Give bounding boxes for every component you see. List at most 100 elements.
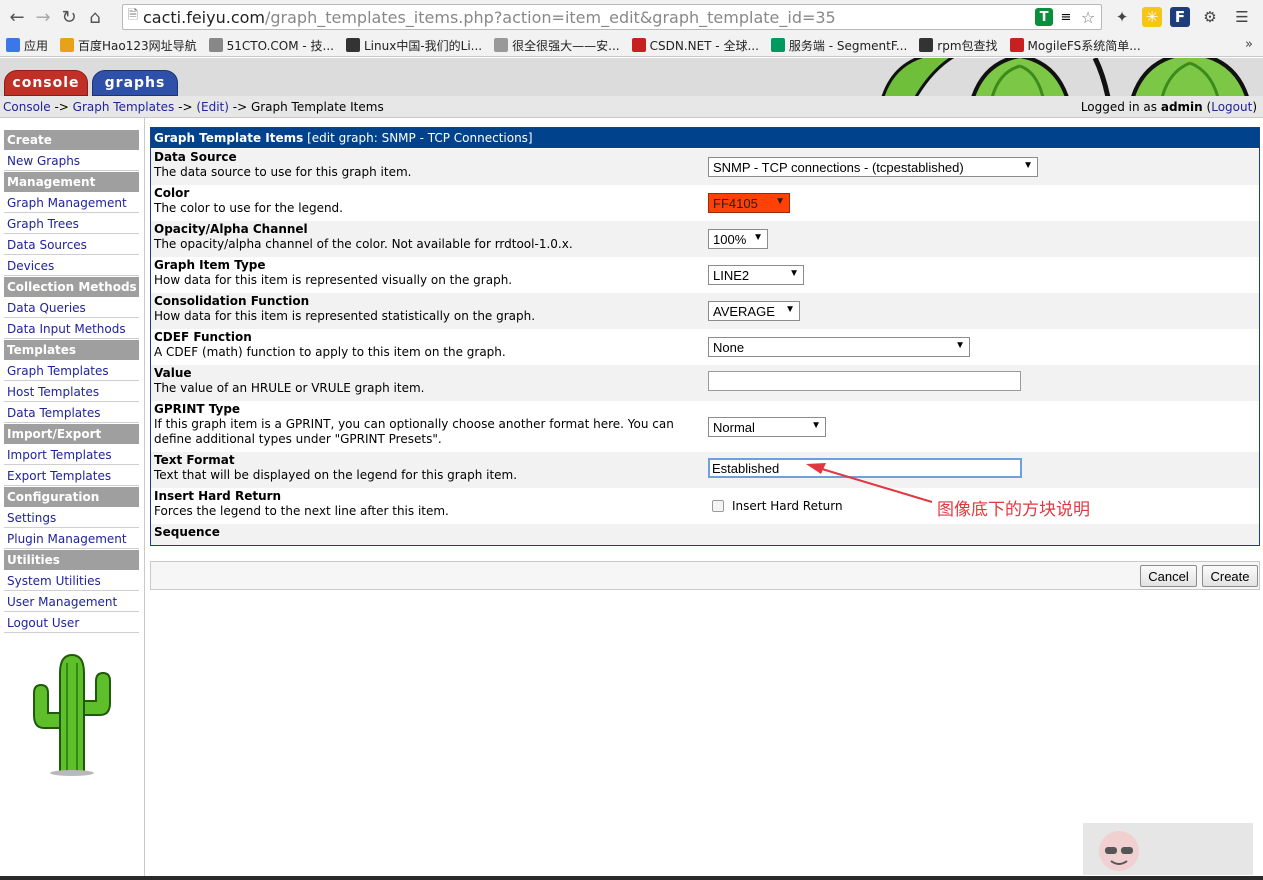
- field-desc: A CDEF (math) function to apply to this …: [154, 345, 506, 359]
- select-value: SNMP - TCP connections - (tcpestablished…: [713, 159, 964, 175]
- hao123-icon: [60, 38, 75, 52]
- back-arrow-icon[interactable]: ←: [4, 4, 30, 30]
- row-text-format: Text Format Text that will be displayed o…: [151, 452, 1259, 488]
- sidebar-item-graph-templates[interactable]: Graph Templates: [4, 361, 139, 381]
- dropdown-arrow-icon: ▼: [789, 268, 799, 279]
- bookmark-item[interactable]: CSDN.NET - 全球...: [631, 37, 759, 54]
- bookmark-item[interactable]: 应用: [6, 37, 48, 54]
- sidebar-item-data-queries[interactable]: Data Queries: [4, 298, 139, 318]
- field-title: Text Format: [154, 453, 235, 467]
- consolidation-function-select[interactable]: AVERAGE ▼: [708, 301, 800, 321]
- hard-return-checkbox[interactable]: [712, 500, 724, 512]
- cacti-logo: [33, 653, 111, 776]
- address-bar[interactable]: 🗎 cacti.feiyu.com/graph_templates_items.…: [122, 4, 1102, 30]
- csdn-icon: [631, 38, 646, 52]
- sidebar-section-header: Templates: [4, 340, 139, 360]
- bookmark-label: 服务端 - SegmentF...: [788, 38, 908, 53]
- field-title: Consolidation Function: [154, 294, 310, 308]
- bookmark-item[interactable]: rpm包查找: [919, 37, 998, 54]
- cdef-function-select[interactable]: None ▼: [708, 337, 970, 357]
- bookmarks-more-icon[interactable]: »: [1245, 37, 1253, 52]
- url-path: /graph_templates_items.php?action=item_e…: [265, 7, 836, 27]
- login-paren-open: (: [1202, 100, 1212, 114]
- home-icon[interactable]: ⌂: [82, 4, 108, 30]
- sidebar: Create New Graphs Management Graph Manageme…: [0, 118, 145, 880]
- bolt-extension-icon[interactable]: ✦: [1110, 5, 1134, 29]
- data-source-select[interactable]: SNMP - TCP connections - (tcpestablished…: [708, 157, 1038, 177]
- sidebar-item-plugin-management[interactable]: Plugin Management: [4, 529, 139, 549]
- sidebar-item-new-graphs[interactable]: New Graphs: [4, 151, 139, 171]
- select-value: None: [713, 339, 745, 355]
- shield-extension-icon[interactable]: T: [1035, 8, 1053, 26]
- sidebar-item-user-management[interactable]: User Management: [4, 592, 139, 612]
- sidebar-section-header: Import/Export: [4, 424, 139, 444]
- sidebar-item-data-templates[interactable]: Data Templates: [4, 403, 139, 423]
- bookmark-item[interactable]: 很全很强大——安...: [494, 37, 620, 54]
- sidebar-item-logout-user[interactable]: Logout User: [4, 613, 139, 633]
- f-extension-icon[interactable]: F: [1170, 7, 1190, 27]
- bookmark-item[interactable]: 百度Hao123网址导航: [60, 37, 197, 54]
- field-desc: The data source to use for this graph it…: [154, 165, 412, 179]
- sidebar-item-host-templates[interactable]: Host Templates: [4, 382, 139, 402]
- forward-arrow-icon[interactable]: →: [30, 4, 56, 30]
- sidebar-item-import-templates[interactable]: Import Templates: [4, 445, 139, 465]
- field-desc: How data for this item is represented st…: [154, 309, 536, 323]
- reload-icon[interactable]: ↻: [56, 4, 82, 30]
- value-input[interactable]: [708, 371, 1021, 391]
- menu-icon[interactable]: ☰: [1230, 5, 1254, 29]
- field-desc: The color to use for the legend.: [154, 201, 343, 215]
- dropdown-arrow-icon: ▼: [1023, 160, 1033, 171]
- url-text: cacti.feiyu.com/graph_templates_items.ph…: [143, 8, 836, 27]
- sidebar-item-data-sources[interactable]: Data Sources: [4, 235, 139, 255]
- sidebar-item-graph-trees[interactable]: Graph Trees: [4, 214, 139, 234]
- graph-template-items-form: Graph Template Items [edit graph: SNMP -…: [150, 127, 1260, 546]
- sidebar-item-devices[interactable]: Devices: [4, 256, 139, 276]
- sidebar-item-system-utilities[interactable]: System Utilities: [4, 571, 139, 591]
- watermark-logo: [1083, 823, 1253, 875]
- segmentfault-icon: [770, 38, 785, 52]
- text-format-input[interactable]: Established: [708, 458, 1022, 478]
- bookmark-label: 百度Hao123网址导航: [78, 38, 197, 53]
- watermark-face-icon: [1099, 831, 1139, 871]
- logout-link[interactable]: Logout: [1211, 100, 1252, 114]
- field-title: Insert Hard Return: [154, 489, 282, 503]
- 51cto-icon: [208, 38, 223, 52]
- bookmark-item[interactable]: 服务端 - SegmentF...: [770, 37, 908, 54]
- field-title: Data Source: [154, 150, 237, 164]
- sidebar-item-settings[interactable]: Settings: [4, 508, 139, 528]
- sunburst-extension-icon[interactable]: ✳: [1142, 7, 1162, 27]
- cancel-button[interactable]: Cancel: [1140, 565, 1197, 587]
- graph-item-type-select[interactable]: LINE2 ▼: [708, 265, 804, 285]
- breadcrumb-console-link[interactable]: Console: [3, 100, 51, 114]
- breadcrumb: Console -> Graph Templates -> (Edit) -> …: [0, 96, 1263, 118]
- breadcrumb-graph-templates-link[interactable]: Graph Templates: [73, 100, 175, 114]
- row-value: Value The value of an HRULE or VRULE grap…: [151, 365, 1259, 401]
- settings-extension-icon[interactable]: ⚙: [1198, 5, 1222, 29]
- star-icon[interactable]: ☆: [1079, 8, 1097, 27]
- url-host: cacti.feiyu.com: [143, 7, 265, 27]
- breadcrumb-edit-link[interactable]: (Edit): [196, 100, 229, 114]
- tab-graphs[interactable]: graphs: [92, 70, 178, 96]
- bookmark-item[interactable]: Linux中国-我们的Li...: [345, 37, 482, 54]
- opacity-select[interactable]: 100% ▼: [708, 229, 768, 249]
- field-desc: If this graph item is a GPRINT, you can …: [154, 417, 674, 446]
- sidebar-section-header: Configuration: [4, 487, 139, 507]
- bookmark-item[interactable]: MogileFS系统简单...: [1009, 37, 1141, 54]
- field-title: Opacity/Alpha Channel: [154, 222, 308, 236]
- sidebar-item-data-input-methods[interactable]: Data Input Methods: [4, 319, 139, 339]
- row-sequence: Sequence: [151, 524, 1259, 545]
- login-status: Logged in as admin (Logout): [1081, 100, 1257, 114]
- sidebar-item-graph-management[interactable]: Graph Management: [4, 193, 139, 213]
- bookmark-item[interactable]: 51CTO.COM - 技...: [208, 37, 334, 54]
- sidebar-section-header: Create: [4, 130, 139, 150]
- row-graph-item-type: Graph Item Type How data for this item is…: [151, 257, 1259, 293]
- field-title: Value: [154, 366, 192, 380]
- bookmark-label: 应用: [24, 38, 49, 53]
- tab-console[interactable]: console: [4, 70, 88, 96]
- create-button[interactable]: Create: [1202, 565, 1258, 587]
- sidebar-item-export-templates[interactable]: Export Templates: [4, 466, 139, 486]
- color-select[interactable]: FF4105 ▼: [708, 193, 790, 213]
- row-data-source: Data Source The data source to use for th…: [151, 149, 1259, 185]
- translate-icon[interactable]: ≡: [1057, 8, 1075, 26]
- gprint-type-select[interactable]: Normal ▼: [708, 417, 826, 437]
